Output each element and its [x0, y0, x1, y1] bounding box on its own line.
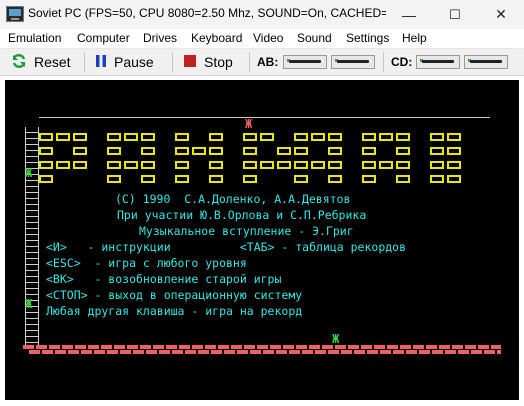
toolbar-divider — [383, 52, 384, 72]
menu-line: <И> - инструкции <ТАБ> - таблица рекордо… — [46, 240, 407, 254]
menu-video[interactable]: Video — [253, 29, 283, 48]
menu-line: <СТОП> - выход в операционную систему — [46, 288, 303, 302]
stop-label: Stop — [204, 54, 233, 70]
menu-line: <ВК> - возобновление старой игры — [46, 272, 282, 286]
ladder — [25, 127, 39, 345]
menu-emulation[interactable]: Emulation — [8, 29, 61, 48]
menu-bar: Emulation Computer Drives Keyboard Video… — [0, 29, 524, 48]
menu-keyboard[interactable]: Keyboard — [191, 29, 242, 48]
toolbar-divider — [172, 52, 173, 72]
menu-line: Любая другая клавиша - игра на рекорд — [46, 304, 303, 318]
credits-line: Музыкальное вступление - Э.Григ — [139, 224, 354, 238]
player-sprite: Ж — [25, 166, 33, 180]
pause-label: Pause — [114, 54, 154, 70]
toolbar-divider — [249, 52, 250, 72]
refresh-icon — [11, 53, 27, 72]
minimize-button[interactable]: — — [386, 0, 432, 29]
drive-cd-label: CD: — [391, 55, 413, 69]
toolbar-divider — [84, 52, 85, 72]
menu-computer[interactable]: Computer — [77, 29, 130, 48]
drive-c[interactable] — [416, 55, 460, 69]
reset-label: Reset — [34, 54, 71, 70]
drive-b[interactable] — [331, 55, 375, 69]
credits-line: При участии Ю.В.Орлова и С.П.Ребрика — [117, 208, 367, 222]
emulator-screen[interactable]: Ж (C) 1990 С.А.Доленко, А.А.Девятов При … — [5, 80, 519, 400]
runner-sprite: Ж — [332, 332, 340, 346]
drive-d[interactable] — [464, 55, 508, 69]
flag-sprite: Ж — [245, 117, 253, 131]
menu-help[interactable]: Help — [402, 29, 427, 48]
logo-row — [39, 147, 461, 155]
close-button[interactable]: ✕ — [478, 0, 524, 29]
logo-row — [39, 161, 461, 169]
drive-ab-label: AB: — [257, 55, 279, 69]
logo-row — [39, 133, 461, 141]
drive-a[interactable] — [283, 55, 327, 69]
menu-sound[interactable]: Sound — [297, 29, 332, 48]
menu-settings[interactable]: Settings — [346, 29, 389, 48]
credits-line: (C) 1990 С.А.Доленко, А.А.Девятов — [115, 192, 351, 206]
player-sprite: Ж — [25, 297, 33, 311]
minimize-icon: — — [402, 6, 416, 23]
title-bar: Soviet PC (FPS=50, CPU 8080=2.50 Mhz, SO… — [0, 0, 524, 30]
top-platform — [39, 117, 490, 118]
app-icon — [6, 6, 24, 22]
pause-button[interactable]: Pause — [95, 52, 154, 72]
stop-button[interactable]: Stop — [183, 52, 233, 72]
pause-icon — [95, 53, 107, 72]
brick-floor — [23, 345, 501, 349]
menu-line: <ESC> - игра с любого уровня — [46, 256, 247, 270]
maximize-icon: ☐ — [449, 6, 461, 22]
stop-icon — [183, 54, 197, 71]
brick-floor — [29, 350, 501, 354]
logo-row — [39, 175, 461, 183]
reset-button[interactable]: Reset — [11, 52, 71, 72]
menu-drives[interactable]: Drives — [143, 29, 177, 48]
window-title: Soviet PC (FPS=50, CPU 8080=2.50 Mhz, SO… — [28, 6, 386, 20]
maximize-button[interactable]: ☐ — [432, 0, 478, 29]
close-icon: ✕ — [495, 6, 507, 22]
toolbar: Reset Pause Stop AB: CD: — [0, 48, 524, 76]
